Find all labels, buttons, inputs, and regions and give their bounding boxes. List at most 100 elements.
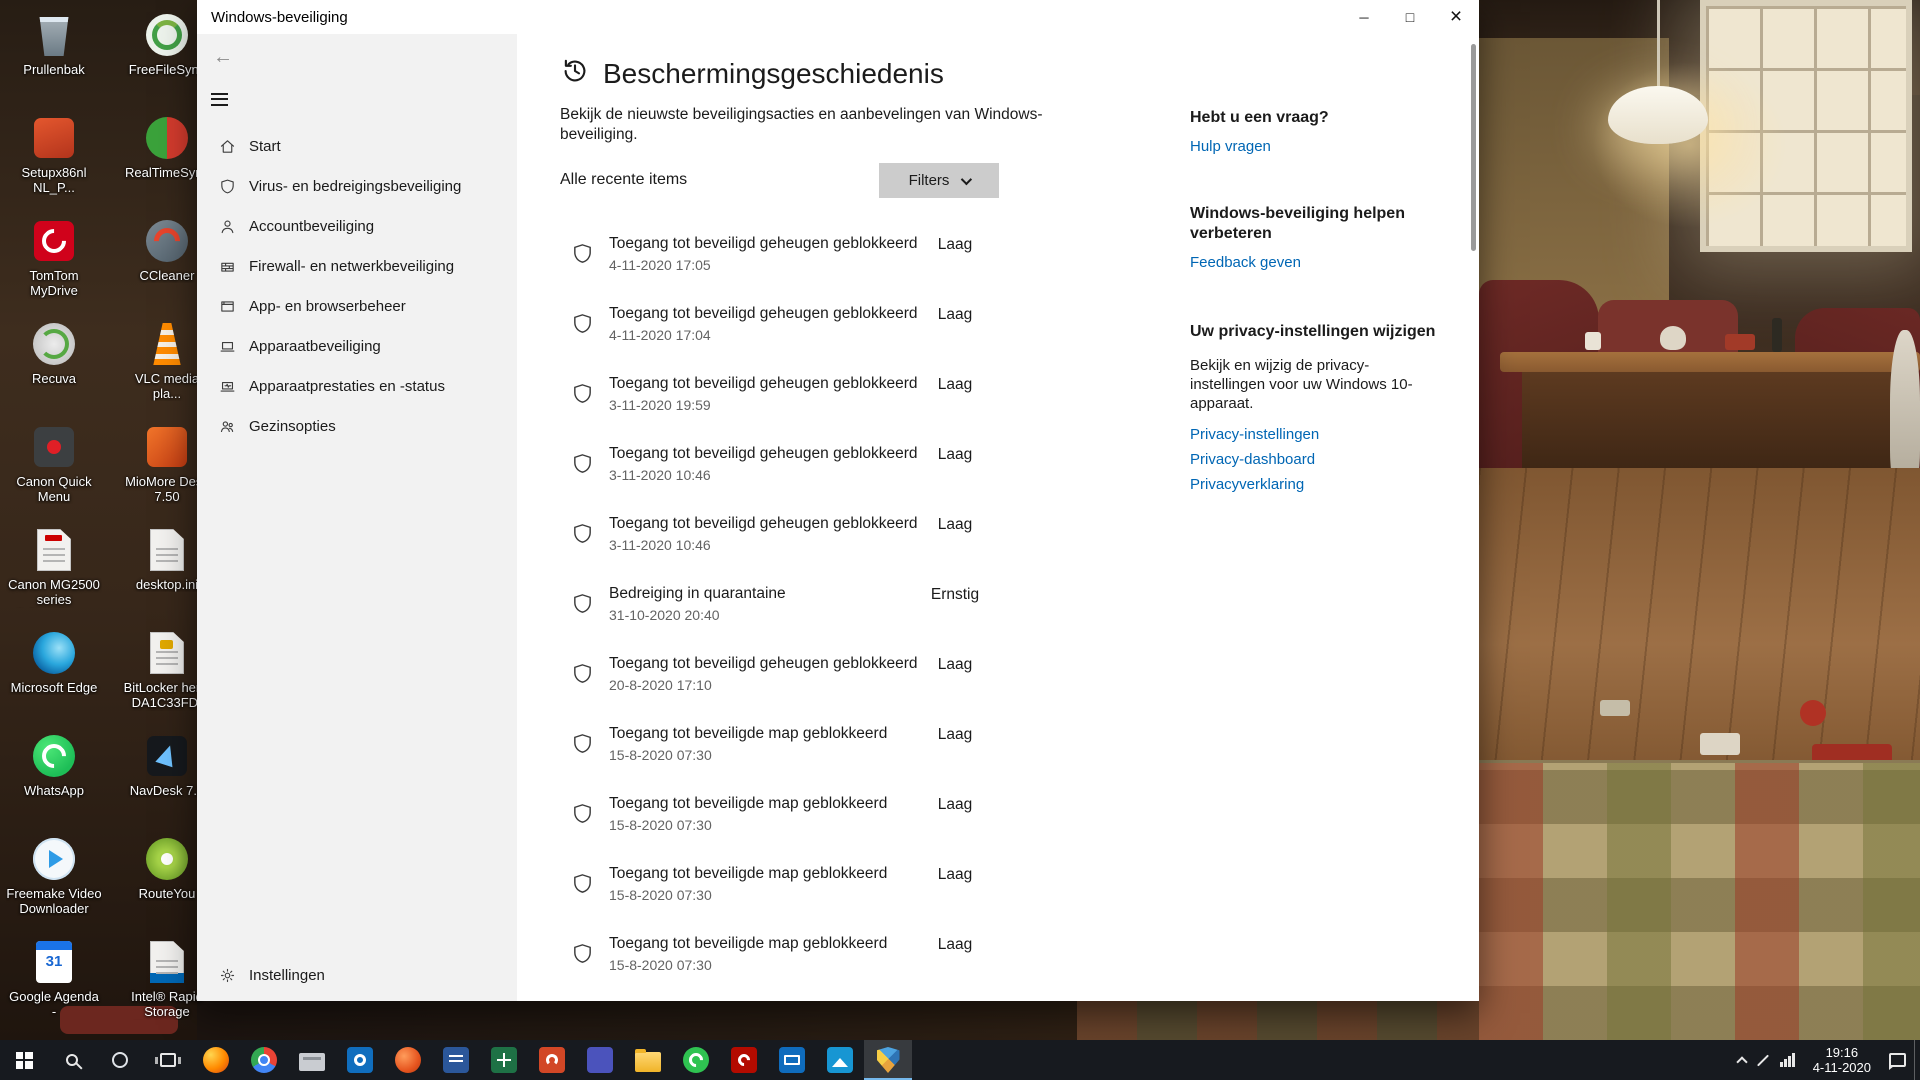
- windows-security-window: Windows-beveiliging Start Virus- en bedr…: [197, 0, 1479, 1001]
- start-button[interactable]: [0, 1040, 48, 1080]
- sidebar-item-firewall[interactable]: Firewall- en netwerkbeveiliging: [197, 246, 517, 286]
- event-row[interactable]: Toegang tot beveiligd geheugen geblokkee…: [560, 649, 1120, 719]
- taskbar-app-word[interactable]: [432, 1040, 480, 1080]
- filters-button[interactable]: Filters: [879, 163, 999, 198]
- taskbar-app-windows-security[interactable]: [864, 1040, 912, 1080]
- desktop-icon-edge[interactable]: Microsoft Edge: [6, 628, 102, 695]
- desktop-icon-tomtom[interactable]: TomTom MyDrive Connect: [6, 216, 102, 299]
- cortana-icon: [112, 1052, 128, 1068]
- close-button[interactable]: [1433, 0, 1479, 34]
- taskbar-clock[interactable]: 19:16 4-11-2020: [1803, 1045, 1881, 1075]
- gear-icon: [218, 966, 236, 984]
- sidebar-item-label: Apparaatprestaties en -status: [249, 378, 445, 395]
- desktop-icon-prullenbak[interactable]: Prullenbak: [6, 10, 102, 77]
- printer-icon: [299, 1053, 325, 1071]
- teams-icon: [587, 1047, 613, 1073]
- protection-history-icon: [560, 56, 590, 91]
- photo-floor-item-parcel: [1600, 700, 1630, 716]
- taskbar-app-thunderbird[interactable]: [384, 1040, 432, 1080]
- windows-security-shield-icon: [877, 1047, 900, 1073]
- scrollbar[interactable]: [1469, 34, 1477, 999]
- event-row[interactable]: Toegang tot beveiligd geheugen geblokkee…: [560, 369, 1120, 439]
- taskbar-app-excel[interactable]: [480, 1040, 528, 1080]
- desktop-icon-canon-manual[interactable]: Canon MG2500 series Schermhan...: [6, 525, 102, 608]
- event-severity: Laag: [910, 236, 1000, 254]
- event-row[interactable]: Bedreiging in quarantaine 31-10-2020 20:…: [560, 579, 1120, 649]
- desktop-icon-recuva[interactable]: Recuva: [6, 319, 102, 386]
- tray-pen-button[interactable]: [1754, 1040, 1772, 1080]
- photo-patchwork-rug: [1479, 760, 1920, 1040]
- event-title: Toegang tot beveiligde map geblokkeerd: [609, 935, 887, 953]
- titlebar[interactable]: Windows-beveiliging: [197, 0, 1479, 34]
- taskbar-app-file-explorer[interactable]: [624, 1040, 672, 1080]
- feedback-link[interactable]: Feedback geven: [1190, 254, 1301, 271]
- minimize-button[interactable]: [1341, 0, 1387, 34]
- privacy-statement-link[interactable]: Privacyverklaring: [1190, 476, 1440, 493]
- sidebar-item-accountbeveiliging[interactable]: Accountbeveiliging: [197, 206, 517, 246]
- search-button[interactable]: [48, 1040, 96, 1080]
- sidebar-item-apparaatbeveiliging[interactable]: Apparaatbeveiliging: [197, 326, 517, 366]
- desktop-icon-setup[interactable]: Setupx86nl NL_P...: [6, 113, 102, 195]
- taskbar-app-teams[interactable]: [576, 1040, 624, 1080]
- event-row[interactable]: Toegang tot beveiligde map geblokkeerd 1…: [560, 859, 1120, 929]
- event-row[interactable]: Toegang tot beveiligd geheugen geblokkee…: [560, 439, 1120, 509]
- page-title: Beschermingsgeschiedenis: [603, 58, 944, 90]
- desktop-icon-freemake[interactable]: Freemake Video Downloader: [6, 834, 102, 916]
- desktop-icon-google-agenda[interactable]: 31Google Agenda -: [6, 937, 102, 1019]
- taskbar-app-whatsapp[interactable]: [672, 1040, 720, 1080]
- scrollbar-thumb[interactable]: [1471, 44, 1476, 251]
- taskbar-app-powerpoint[interactable]: [528, 1040, 576, 1080]
- taskbar-app-acrobat[interactable]: [720, 1040, 768, 1080]
- photo-red-object: [1725, 334, 1755, 350]
- canon-quick-menu-icon: [6, 422, 102, 472]
- show-desktop-button[interactable]: [1914, 1040, 1920, 1080]
- task-view-icon: [160, 1053, 176, 1067]
- event-title: Toegang tot beveiligd geheugen geblokkee…: [609, 235, 918, 253]
- privacy-settings-link[interactable]: Privacy-instellingen: [1190, 426, 1440, 443]
- taskbar: 19:16 4-11-2020: [0, 1040, 1920, 1080]
- desktop-icon-canon-quick-menu[interactable]: Canon Quick Menu: [6, 422, 102, 504]
- event-date: 3-11-2020 10:46: [609, 467, 711, 483]
- sidebar-item-settings[interactable]: Instellingen: [197, 955, 517, 995]
- taskbar-app-firefox[interactable]: [192, 1040, 240, 1080]
- sidebar-item-virus-bedreiging[interactable]: Virus- en bedreigingsbeveiliging: [197, 166, 517, 206]
- event-date: 4-11-2020 17:05: [609, 257, 711, 273]
- task-view-button[interactable]: [144, 1040, 192, 1080]
- event-row[interactable]: Toegang tot beveiligde map geblokkeerd 1…: [560, 929, 1120, 999]
- maximize-button[interactable]: [1387, 0, 1433, 34]
- cortana-button[interactable]: [96, 1040, 144, 1080]
- tray-network-button[interactable]: [1772, 1040, 1803, 1080]
- back-button[interactable]: [209, 44, 237, 70]
- event-row[interactable]: Toegang tot beveiligd geheugen geblokkee…: [560, 509, 1120, 579]
- menu-button[interactable]: [211, 88, 237, 110]
- event-row[interactable]: Toegang tot beveiligd geheugen geblokkee…: [560, 299, 1120, 369]
- help-link[interactable]: Hulp vragen: [1190, 138, 1271, 155]
- taskbar-app-chrome[interactable]: [240, 1040, 288, 1080]
- taskbar-app-mail[interactable]: [768, 1040, 816, 1080]
- sidebar-item-app-browser[interactable]: App- en browserbeheer: [197, 286, 517, 326]
- event-severity: Laag: [910, 866, 1000, 884]
- event-row[interactable]: Toegang tot beveiligde map geblokkeerd 1…: [560, 789, 1120, 859]
- sidebar-item-gezinsopties[interactable]: Gezinsopties: [197, 406, 517, 446]
- event-row[interactable]: Toegang tot beveiligde map geblokkeerd 1…: [560, 719, 1120, 789]
- sidebar-item-apparaatprestaties[interactable]: Apparaatprestaties en -status: [197, 366, 517, 406]
- event-row[interactable]: Toegang tot beveiligd geheugen geblokkee…: [560, 229, 1120, 299]
- event-shield-icon: [571, 311, 594, 341]
- photo-rug-bottom: [1077, 1001, 1479, 1040]
- taskbar-app-outlook[interactable]: [336, 1040, 384, 1080]
- sidebar-item-start[interactable]: Start: [197, 126, 517, 166]
- event-date: 15-8-2020 07:30: [609, 887, 712, 903]
- event-shield-icon: [571, 521, 594, 551]
- sidebar: Start Virus- en bedreigingsbeveiliging A…: [197, 34, 517, 1001]
- desktop-icon-whatsapp[interactable]: WhatsApp: [6, 731, 102, 798]
- notification-center-button[interactable]: [1881, 1040, 1914, 1080]
- main-content: Beschermingsgeschiedenis Bekijk de nieuw…: [560, 34, 1120, 1001]
- taskbar-app-printer[interactable]: [288, 1040, 336, 1080]
- right-panel: Hebt u een vraag? Hulp vragen Windows-be…: [1190, 108, 1440, 493]
- taskbar-app-photos[interactable]: [816, 1040, 864, 1080]
- event-severity: Laag: [910, 516, 1000, 534]
- event-date: 3-11-2020 10:46: [609, 537, 711, 553]
- privacy-dashboard-link[interactable]: Privacy-dashboard: [1190, 451, 1440, 468]
- device-security-icon: [218, 337, 236, 355]
- tray-expand-button[interactable]: [1730, 1040, 1754, 1080]
